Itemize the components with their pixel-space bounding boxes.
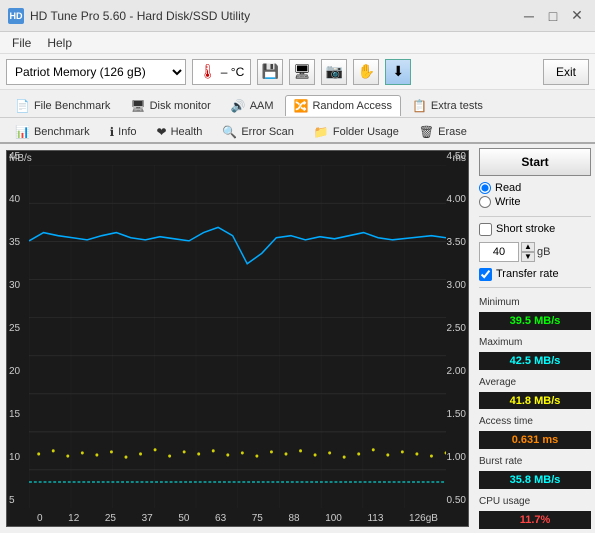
folder-usage-icon: 📁	[314, 125, 329, 139]
tab-disk-monitor[interactable]: 🖥 Disk monitor	[121, 95, 219, 116]
maximize-button[interactable]: □	[543, 6, 563, 26]
tab-extra-tests-label: Extra tests	[431, 100, 483, 112]
stepper-unit: gB	[537, 246, 550, 258]
hand-toolbar-button[interactable]: ✋	[353, 59, 379, 85]
access-time-label: Access time	[479, 416, 591, 427]
nav-tabs-row1: 📄 File Benchmark 🖥 Disk monitor 🔊 AAM 🔀 …	[0, 90, 595, 118]
disk-monitor-icon: 🖥	[130, 99, 145, 113]
stepper-down-button[interactable]: ▼	[521, 252, 535, 262]
stepper-buttons: ▲ ▼	[521, 242, 535, 262]
short-stroke-label[interactable]: Short stroke	[479, 223, 591, 236]
temp-value: – °C	[221, 65, 244, 79]
radio-write-text: Write	[495, 196, 520, 208]
tab-info-label: Info	[118, 126, 136, 138]
tab-error-scan-label: Error Scan	[241, 126, 294, 138]
tab-disk-monitor-label: Disk monitor	[150, 100, 211, 112]
maximum-value: 42.5 MB/s	[479, 352, 591, 370]
benchmark-icon: 📊	[15, 125, 30, 139]
menu-help[interactable]: Help	[39, 34, 80, 52]
maximum-label: Maximum	[479, 337, 591, 348]
radio-write[interactable]	[479, 196, 491, 208]
app-icon: HD	[8, 8, 24, 24]
short-stroke-input[interactable]	[479, 242, 519, 262]
info-icon: ℹ	[110, 125, 115, 139]
radio-group: Read Write	[479, 180, 591, 210]
short-stroke-checkbox[interactable]	[479, 223, 492, 236]
minimum-value: 39.5 MB/s	[479, 312, 591, 330]
stepper-up-button[interactable]: ▲	[521, 242, 535, 252]
cpu-usage-value: 11.7%	[479, 511, 591, 529]
stepper-row: ▲ ▼ gB	[479, 242, 591, 262]
menu-bar: File Help	[0, 32, 595, 54]
random-access-icon: 🔀	[294, 99, 309, 113]
tab-health[interactable]: ❤ Health	[148, 121, 212, 142]
main-content: MB/s ms 45 40 35 30 25 20 15 10 5 4.50 4…	[0, 144, 595, 533]
health-icon: ❤	[157, 125, 167, 139]
file-benchmark-icon: 📄	[15, 99, 30, 113]
tab-folder-usage-label: Folder Usage	[333, 126, 399, 138]
chart-svg	[29, 165, 446, 508]
average-value: 41.8 MB/s	[479, 392, 591, 410]
cpu-usage-label: CPU usage	[479, 496, 591, 507]
title-bar: HD HD Tune Pro 5.60 - Hard Disk/SSD Util…	[0, 0, 595, 32]
y-labels-right: 4.50 4.00 3.50 3.00 2.50 2.00 1.50 1.00 …	[447, 151, 466, 506]
transfer-rate-checkbox[interactable]	[479, 268, 492, 281]
tab-erase[interactable]: 🗑 Erase	[410, 121, 476, 142]
close-button[interactable]: ✕	[567, 6, 587, 26]
tab-error-scan[interactable]: 🔍 Error Scan	[213, 121, 303, 142]
tab-file-benchmark[interactable]: 📄 File Benchmark	[6, 95, 119, 116]
start-button[interactable]: Start	[479, 148, 591, 176]
nav-tabs-row2: 📊 Benchmark ℹ Info ❤ Health 🔍 Error Scan…	[0, 118, 595, 144]
disk-toolbar-button[interactable]: 🖥	[289, 59, 315, 85]
minimum-label: Minimum	[479, 297, 591, 308]
average-label: Average	[479, 377, 591, 388]
aam-icon: 🔊	[231, 99, 246, 113]
short-stroke-text: Short stroke	[496, 223, 555, 235]
radio-read-text: Read	[495, 182, 521, 194]
divider-1	[479, 216, 591, 217]
tab-erase-label: Erase	[438, 126, 467, 138]
title-bar-text: HD Tune Pro 5.60 - Hard Disk/SSD Utility	[30, 9, 513, 23]
thermometer-icon: 🌡	[199, 63, 217, 80]
radio-read[interactable]	[479, 182, 491, 194]
tab-aam-label: AAM	[250, 100, 274, 112]
right-panel: Start Read Write Short stroke ▲ ▼ gB	[475, 144, 595, 533]
tab-extra-tests[interactable]: 📋 Extra tests	[403, 95, 492, 116]
temp-display: 🌡 – °C	[192, 59, 251, 85]
erase-icon: 🗑	[419, 125, 434, 139]
burst-rate-label: Burst rate	[479, 456, 591, 467]
transfer-rate-label: Transfer rate	[496, 268, 559, 280]
access-time-value: 0.631 ms	[479, 431, 591, 449]
toolbar: Patriot Memory (126 gB) 🌡 – °C 💾 🖥 📷 ✋ ⬇…	[0, 54, 595, 90]
divider-2	[479, 287, 591, 288]
tab-benchmark[interactable]: 📊 Benchmark	[6, 121, 99, 142]
radio-write-label[interactable]: Write	[479, 196, 591, 208]
y-labels-left: 45 40 35 30 25 20 15 10 5	[9, 151, 20, 506]
screenshot-toolbar-button[interactable]: 📷	[321, 59, 347, 85]
tab-random-access[interactable]: 🔀 Random Access	[285, 95, 401, 116]
x-labels: 0 12 25 37 50 63 75 88 100 113 126gB	[37, 513, 438, 524]
tab-file-benchmark-label: File Benchmark	[34, 100, 110, 112]
minimize-button[interactable]: ─	[519, 6, 539, 26]
tab-health-label: Health	[171, 126, 203, 138]
chart-area: MB/s ms 45 40 35 30 25 20 15 10 5 4.50 4…	[6, 150, 469, 527]
tab-info[interactable]: ℹ Info	[101, 121, 146, 142]
tab-random-access-label: Random Access	[312, 100, 391, 112]
extra-tests-icon: 📋	[412, 99, 427, 113]
info-toolbar-button[interactable]: 💾	[257, 59, 283, 85]
burst-rate-value: 35.8 MB/s	[479, 471, 591, 489]
radio-read-label[interactable]: Read	[479, 182, 591, 194]
menu-file[interactable]: File	[4, 34, 39, 52]
download-toolbar-button[interactable]: ⬇	[385, 59, 411, 85]
drive-select[interactable]: Patriot Memory (126 gB)	[6, 59, 186, 85]
transfer-rate-row: Transfer rate	[479, 268, 591, 281]
tab-folder-usage[interactable]: 📁 Folder Usage	[305, 121, 408, 142]
error-scan-icon: 🔍	[222, 125, 237, 139]
tab-benchmark-label: Benchmark	[34, 126, 90, 138]
tab-aam[interactable]: 🔊 AAM	[222, 95, 283, 116]
title-bar-controls: ─ □ ✕	[519, 6, 587, 26]
exit-button[interactable]: Exit	[543, 59, 589, 85]
